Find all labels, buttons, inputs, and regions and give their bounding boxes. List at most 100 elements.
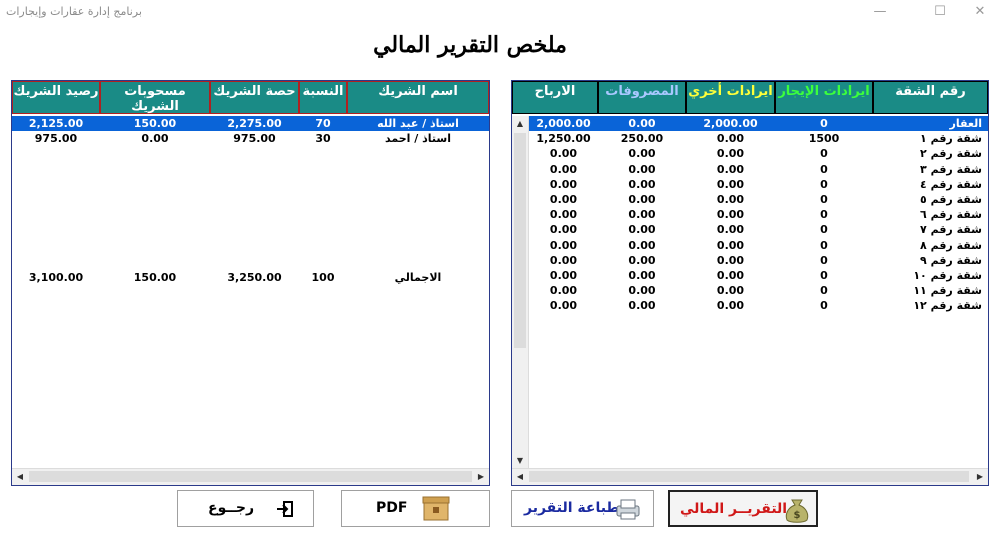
header-ratio[interactable]: النسبة xyxy=(299,81,347,114)
table-row[interactable]: 0.00 0.00 0.00 0 شقة رقم ٥ xyxy=(529,192,988,207)
report-title: ملخص التقرير المالي xyxy=(373,32,567,58)
cell-partner-name: استاذ / احمد xyxy=(385,132,451,145)
table-row[interactable]: 1,250.00 250.00 0.00 1500 شقة رقم ١ xyxy=(529,131,988,146)
table-row[interactable]: 0.00 0.00 0.00 0 شقة رقم ٢ xyxy=(529,146,988,161)
cell-rent-income: 0 xyxy=(820,162,828,176)
table-row[interactable]: 0.00 0.00 0.00 0 شقة رقم ٦ xyxy=(529,207,988,222)
scroll-up-icon[interactable]: ▲ xyxy=(512,116,528,132)
header-profits[interactable]: الارباح xyxy=(512,81,598,114)
app-title: برنامج إدارة عقارات وإيجارات xyxy=(6,5,142,18)
cell-expenses: 0.00 xyxy=(628,238,656,252)
cell-rent-income: 0 xyxy=(820,238,828,252)
table-row[interactable]: 975.00 0.00 975.00 30 استاذ / احمد xyxy=(12,131,489,146)
cell-other-income: 2,000.00 xyxy=(703,117,758,130)
header-partner-withdrawals[interactable]: مسحوبات الشريك xyxy=(100,81,210,114)
cell-other-income: 0.00 xyxy=(716,177,745,191)
cell-unit: شقة رقم ١٢ xyxy=(913,299,982,313)
table-row[interactable]: 0.00 0.00 0.00 0 شقة رقم ٤ xyxy=(529,177,988,192)
cell-expenses: 0.00 xyxy=(628,162,656,176)
table-row[interactable]: 2,000.00 0.00 2,000.00 0 العقار xyxy=(529,116,988,131)
scroll-right-icon[interactable]: ▶ xyxy=(473,469,489,485)
cell-other-income: 0.00 xyxy=(716,299,745,313)
cell-share: 2,275.00 xyxy=(227,117,282,130)
table-row[interactable]: 0.00 0.00 0.00 0 شقة رقم ٧ xyxy=(529,222,988,237)
cell-profits: 0.00 xyxy=(549,269,578,282)
table-row[interactable]: 0.00 0.00 0.00 0 شقة رقم ٣ xyxy=(529,162,988,177)
cell-unit: شقة رقم ٦ xyxy=(920,208,982,222)
cell-profits: 0.00 xyxy=(549,223,578,237)
header-expenses[interactable]: المصروفات xyxy=(598,81,686,114)
cell-profits: 0.00 xyxy=(549,253,578,267)
partners-grid[interactable]: رصيد الشريك مسحوبات الشريك حصة الشريك ال… xyxy=(11,80,490,486)
header-partner-share[interactable]: حصة الشريك xyxy=(210,81,299,114)
horizontal-scrollbar[interactable]: ◀ ▶ xyxy=(12,468,489,485)
vertical-scrollbar[interactable]: ▲ ▼ xyxy=(512,116,529,469)
cell-unit: شقة رقم ٢ xyxy=(920,147,982,161)
cell-unit: شقة رقم ٤ xyxy=(920,177,982,191)
cell-expenses: 0.00 xyxy=(628,253,656,267)
scroll-left-icon[interactable]: ◀ xyxy=(512,469,528,485)
header-partner-balance[interactable]: رصيد الشريك xyxy=(12,81,100,114)
scroll-down-icon[interactable]: ▼ xyxy=(512,453,528,469)
cell-unit: شقة رقم ٣ xyxy=(920,162,982,176)
cell-expenses: 0.00 xyxy=(628,177,656,191)
cell-profits: 0.00 xyxy=(549,299,578,313)
scrollbar-thumb[interactable] xyxy=(29,471,472,482)
back-button[interactable]: رجــوع xyxy=(177,490,314,527)
cell-ratio: 70 xyxy=(315,117,331,130)
cell-profits: 0.00 xyxy=(549,162,578,176)
cell-other-income: 0.00 xyxy=(716,269,745,282)
close-icon[interactable]: ✕ xyxy=(960,2,1000,22)
table-row[interactable]: 2,125.00 150.00 2,275.00 70 استاذ / عبد … xyxy=(12,116,489,131)
horizontal-scrollbar[interactable]: ◀ ▶ xyxy=(512,468,988,485)
total-share: 3,250.00 xyxy=(227,271,282,284)
cell-other-income: 0.00 xyxy=(716,284,745,298)
cell-unit: شقة رقم ٩ xyxy=(920,253,982,267)
table-row[interactable]: 0.00 0.00 0.00 0 شقة رقم ١٢ xyxy=(529,298,988,313)
header-unit-number[interactable]: رقم الشقة xyxy=(873,81,988,114)
money-bag-icon: $ xyxy=(785,499,809,523)
cell-profits: 1,250.00 xyxy=(536,132,591,146)
financial-report-label: التقريــر المالي xyxy=(680,501,788,517)
total-label: الاجمالي xyxy=(394,271,442,284)
pdf-button[interactable]: PDF xyxy=(341,490,490,527)
cell-rent-income: 0 xyxy=(820,223,828,237)
total-balance: 3,100.00 xyxy=(28,271,84,284)
cell-balance: 975.00 xyxy=(34,132,78,145)
table-row[interactable]: 0.00 0.00 0.00 0 شقة رقم ١١ xyxy=(529,283,988,298)
cell-rent-income: 0 xyxy=(820,147,828,161)
title-bar: برنامج إدارة عقارات وإيجارات — ☐ ✕ xyxy=(0,0,1000,24)
table-row[interactable]: 0.00 0.00 0.00 0 شقة رقم ٨ xyxy=(529,238,988,253)
cell-other-income: 0.00 xyxy=(716,132,745,146)
cell-other-income: 0.00 xyxy=(716,253,745,267)
scroll-right-icon[interactable]: ▶ xyxy=(972,469,988,485)
maximize-icon[interactable]: ☐ xyxy=(920,2,960,22)
cell-unit: شقة رقم ٨ xyxy=(920,238,982,252)
cell-other-income: 0.00 xyxy=(716,223,745,237)
minimize-icon[interactable]: — xyxy=(860,2,900,22)
cell-unit: شقة رقم ٥ xyxy=(920,193,982,206)
scrollbar-thumb[interactable] xyxy=(514,133,526,348)
cell-unit: العقار xyxy=(949,117,983,130)
header-partner-name[interactable]: اسم الشريك xyxy=(347,81,489,114)
header-rent-income[interactable]: ايرادات الإيجار xyxy=(775,81,873,114)
print-report-button[interactable]: طباعة التقرير xyxy=(511,490,654,527)
print-label: طباعة التقرير xyxy=(524,500,620,516)
apartments-grid[interactable]: الارباح المصروفات ايرادات أخري ايرادات ا… xyxy=(511,80,989,486)
total-ratio: 100 xyxy=(311,271,335,284)
financial-report-button[interactable]: التقريــر المالي $ xyxy=(668,490,818,527)
cell-expenses: 0.00 xyxy=(628,147,656,161)
table-row[interactable]: 0.00 0.00 0.00 0 شقة رقم ٩ xyxy=(529,253,988,268)
cell-expenses: 0.00 xyxy=(628,193,656,206)
cell-profits: 0.00 xyxy=(549,177,578,191)
table-row[interactable]: 0.00 0.00 0.00 0 شقة رقم ١٠ xyxy=(529,268,988,283)
cell-rent-income: 1500 xyxy=(808,132,840,146)
cell-rent-income: 0 xyxy=(820,193,828,206)
cell-profits: 2,000.00 xyxy=(536,117,591,130)
exit-icon xyxy=(277,501,293,517)
scrollbar-thumb[interactable] xyxy=(529,471,969,482)
header-other-income[interactable]: ايرادات أخري xyxy=(686,81,775,114)
cell-withdrawals: 0.00 xyxy=(141,132,169,145)
scroll-left-icon[interactable]: ◀ xyxy=(12,469,28,485)
total-row[interactable]: 3,100.00 150.00 3,250.00 100 الاجمالي xyxy=(12,270,489,285)
